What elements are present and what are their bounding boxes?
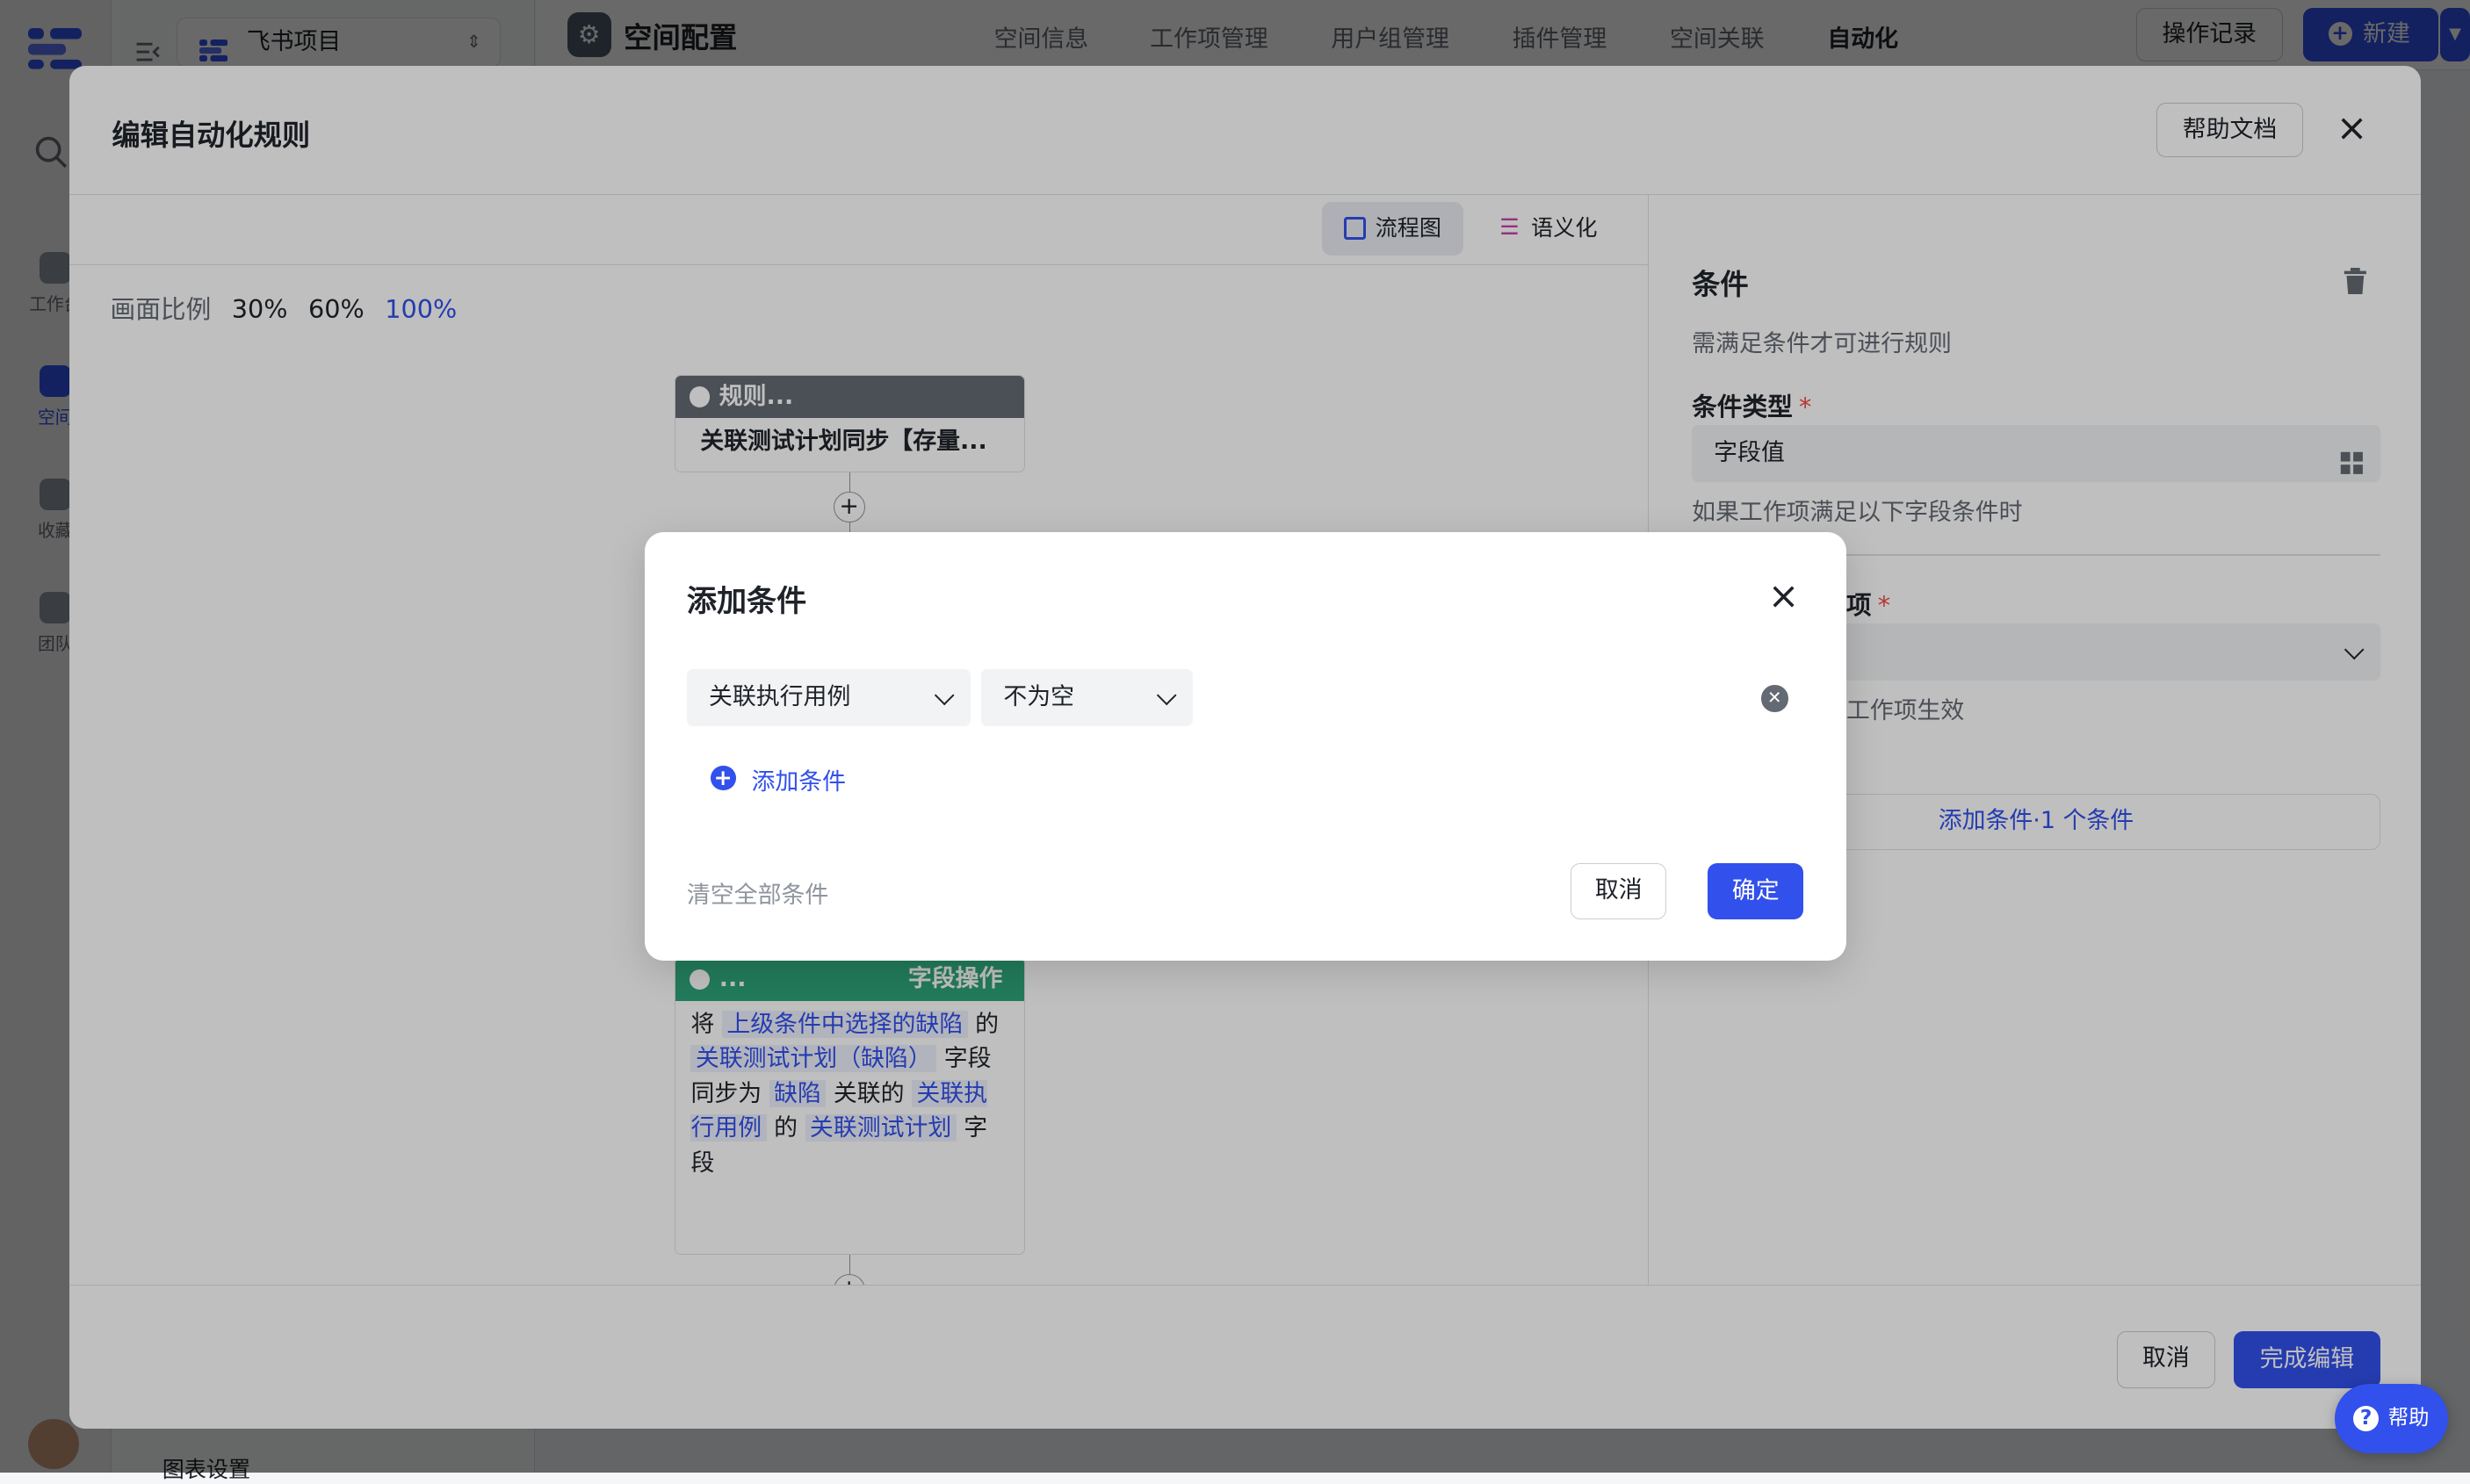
plus-circle-icon: + bbox=[710, 765, 736, 791]
modal-confirm-button[interactable]: 确定 bbox=[1708, 862, 1804, 920]
operator-select[interactable]: 不为空 bbox=[981, 669, 1193, 726]
chevron-down-icon bbox=[1156, 685, 1177, 706]
remove-condition-icon[interactable]: ✕ bbox=[1761, 685, 1788, 712]
modal-title: 添加条件 bbox=[686, 584, 807, 620]
field-select[interactable]: 关联执行用例 bbox=[686, 669, 971, 726]
chevron-down-icon bbox=[934, 685, 955, 706]
modal-cancel-button[interactable]: 取消 bbox=[1571, 862, 1667, 920]
clear-all-conditions-link[interactable]: 清空全部条件 bbox=[687, 875, 828, 910]
close-icon[interactable] bbox=[1773, 586, 1795, 608]
add-condition-link[interactable]: + 添加条件 bbox=[710, 762, 846, 796]
help-fab-button[interactable]: ? 帮助 bbox=[2334, 1384, 2448, 1454]
add-condition-modal: 添加条件 关联执行用例 不为空 ✕ + 添加条件 清空全部条件 取消 确定 bbox=[644, 532, 1846, 961]
question-icon: ? bbox=[2353, 1406, 2380, 1432]
